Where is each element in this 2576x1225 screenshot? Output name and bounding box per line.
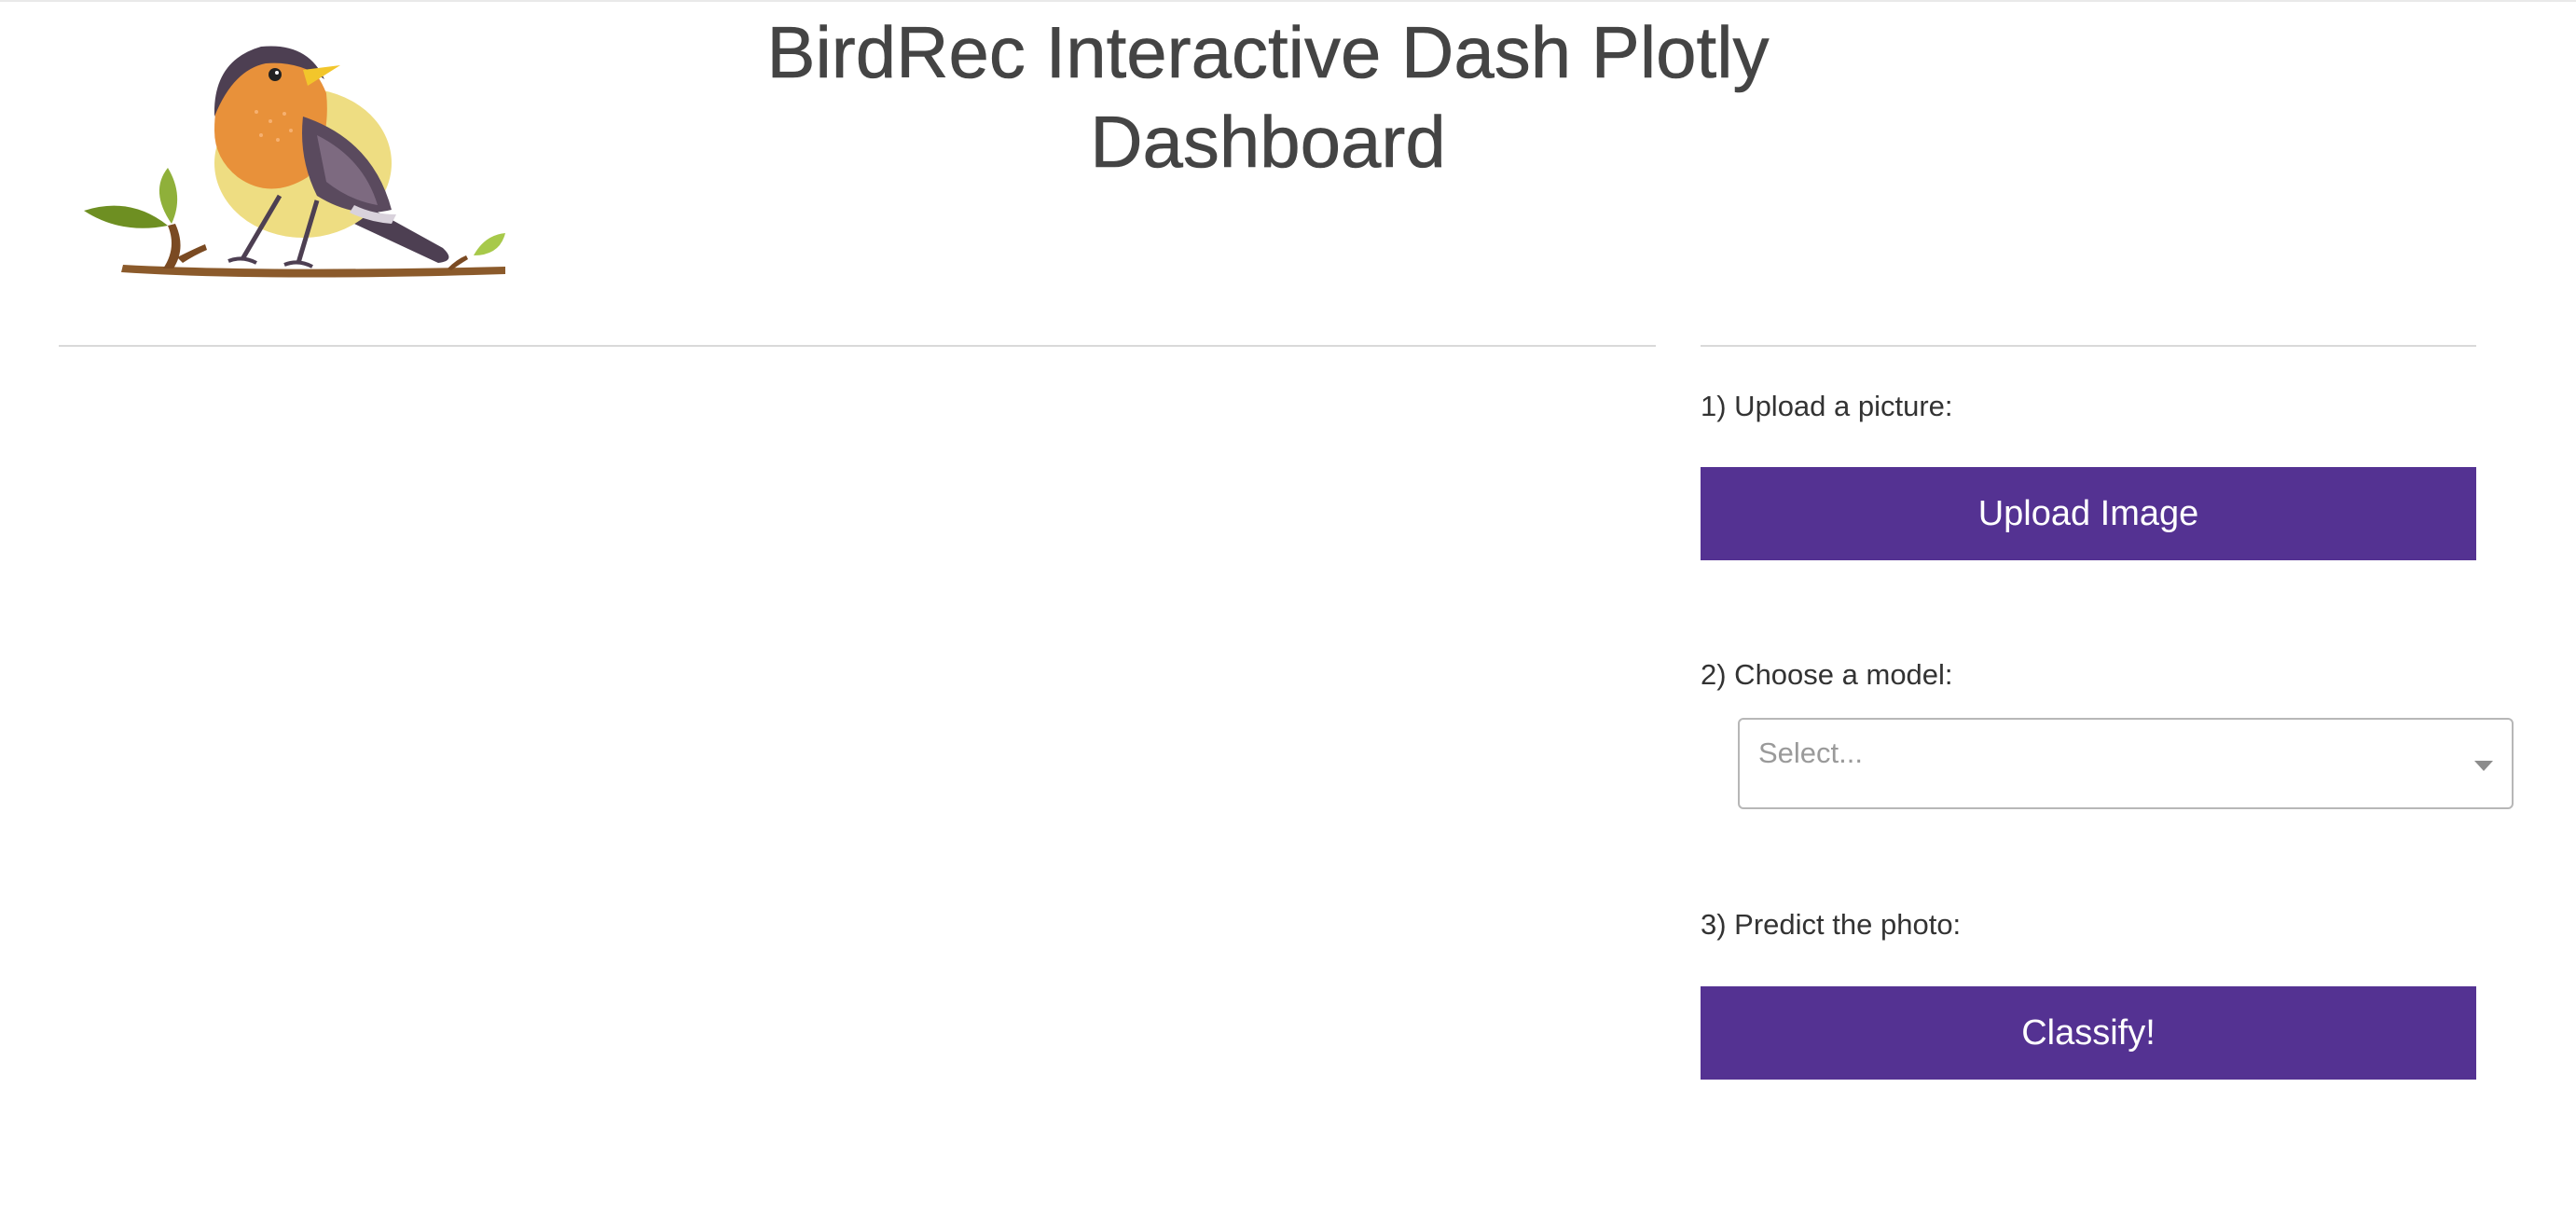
- step-predict-label: 3) Predict the photo:: [1701, 908, 1962, 941]
- chevron-down-icon[interactable]: [2474, 761, 2493, 771]
- page-title: BirdRec Interactive Dash Plotly Dashboar…: [766, 11, 1770, 184]
- bird-logo: [75, 28, 522, 289]
- step-upload-label: 1) Upload a picture:: [1701, 390, 1953, 422]
- robin-bird-on-branch-icon: [84, 46, 505, 278]
- step-model-label: 2) Choose a model:: [1701, 658, 1953, 691]
- dashboard-page: BirdRec Interactive Dash Plotly Dashboar…: [0, 0, 2576, 1225]
- top-border: [0, 0, 2576, 2]
- left-divider: [59, 345, 1656, 347]
- image-preview-area: [59, 354, 1656, 1193]
- model-select-dropdown[interactable]: Select...: [1738, 718, 2514, 809]
- right-divider: [1701, 345, 2476, 347]
- upload-image-button[interactable]: Upload Image: [1701, 467, 2476, 560]
- classify-button[interactable]: Classify!: [1701, 986, 2476, 1080]
- model-select-placeholder: Select...: [1758, 736, 1863, 769]
